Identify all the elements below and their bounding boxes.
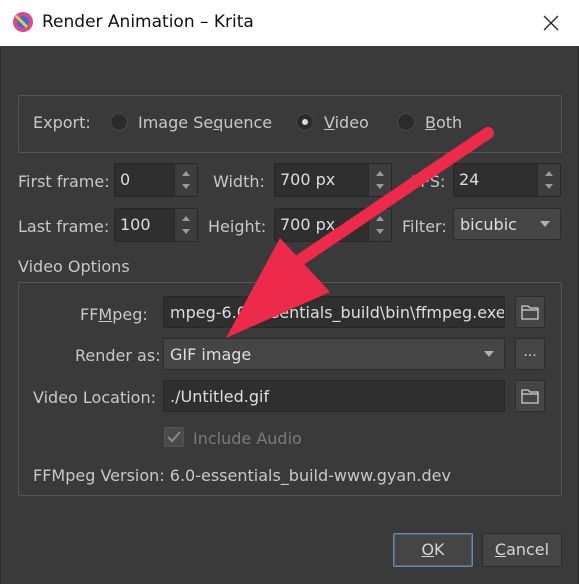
annotation-arrow-icon — [226, 127, 494, 338]
